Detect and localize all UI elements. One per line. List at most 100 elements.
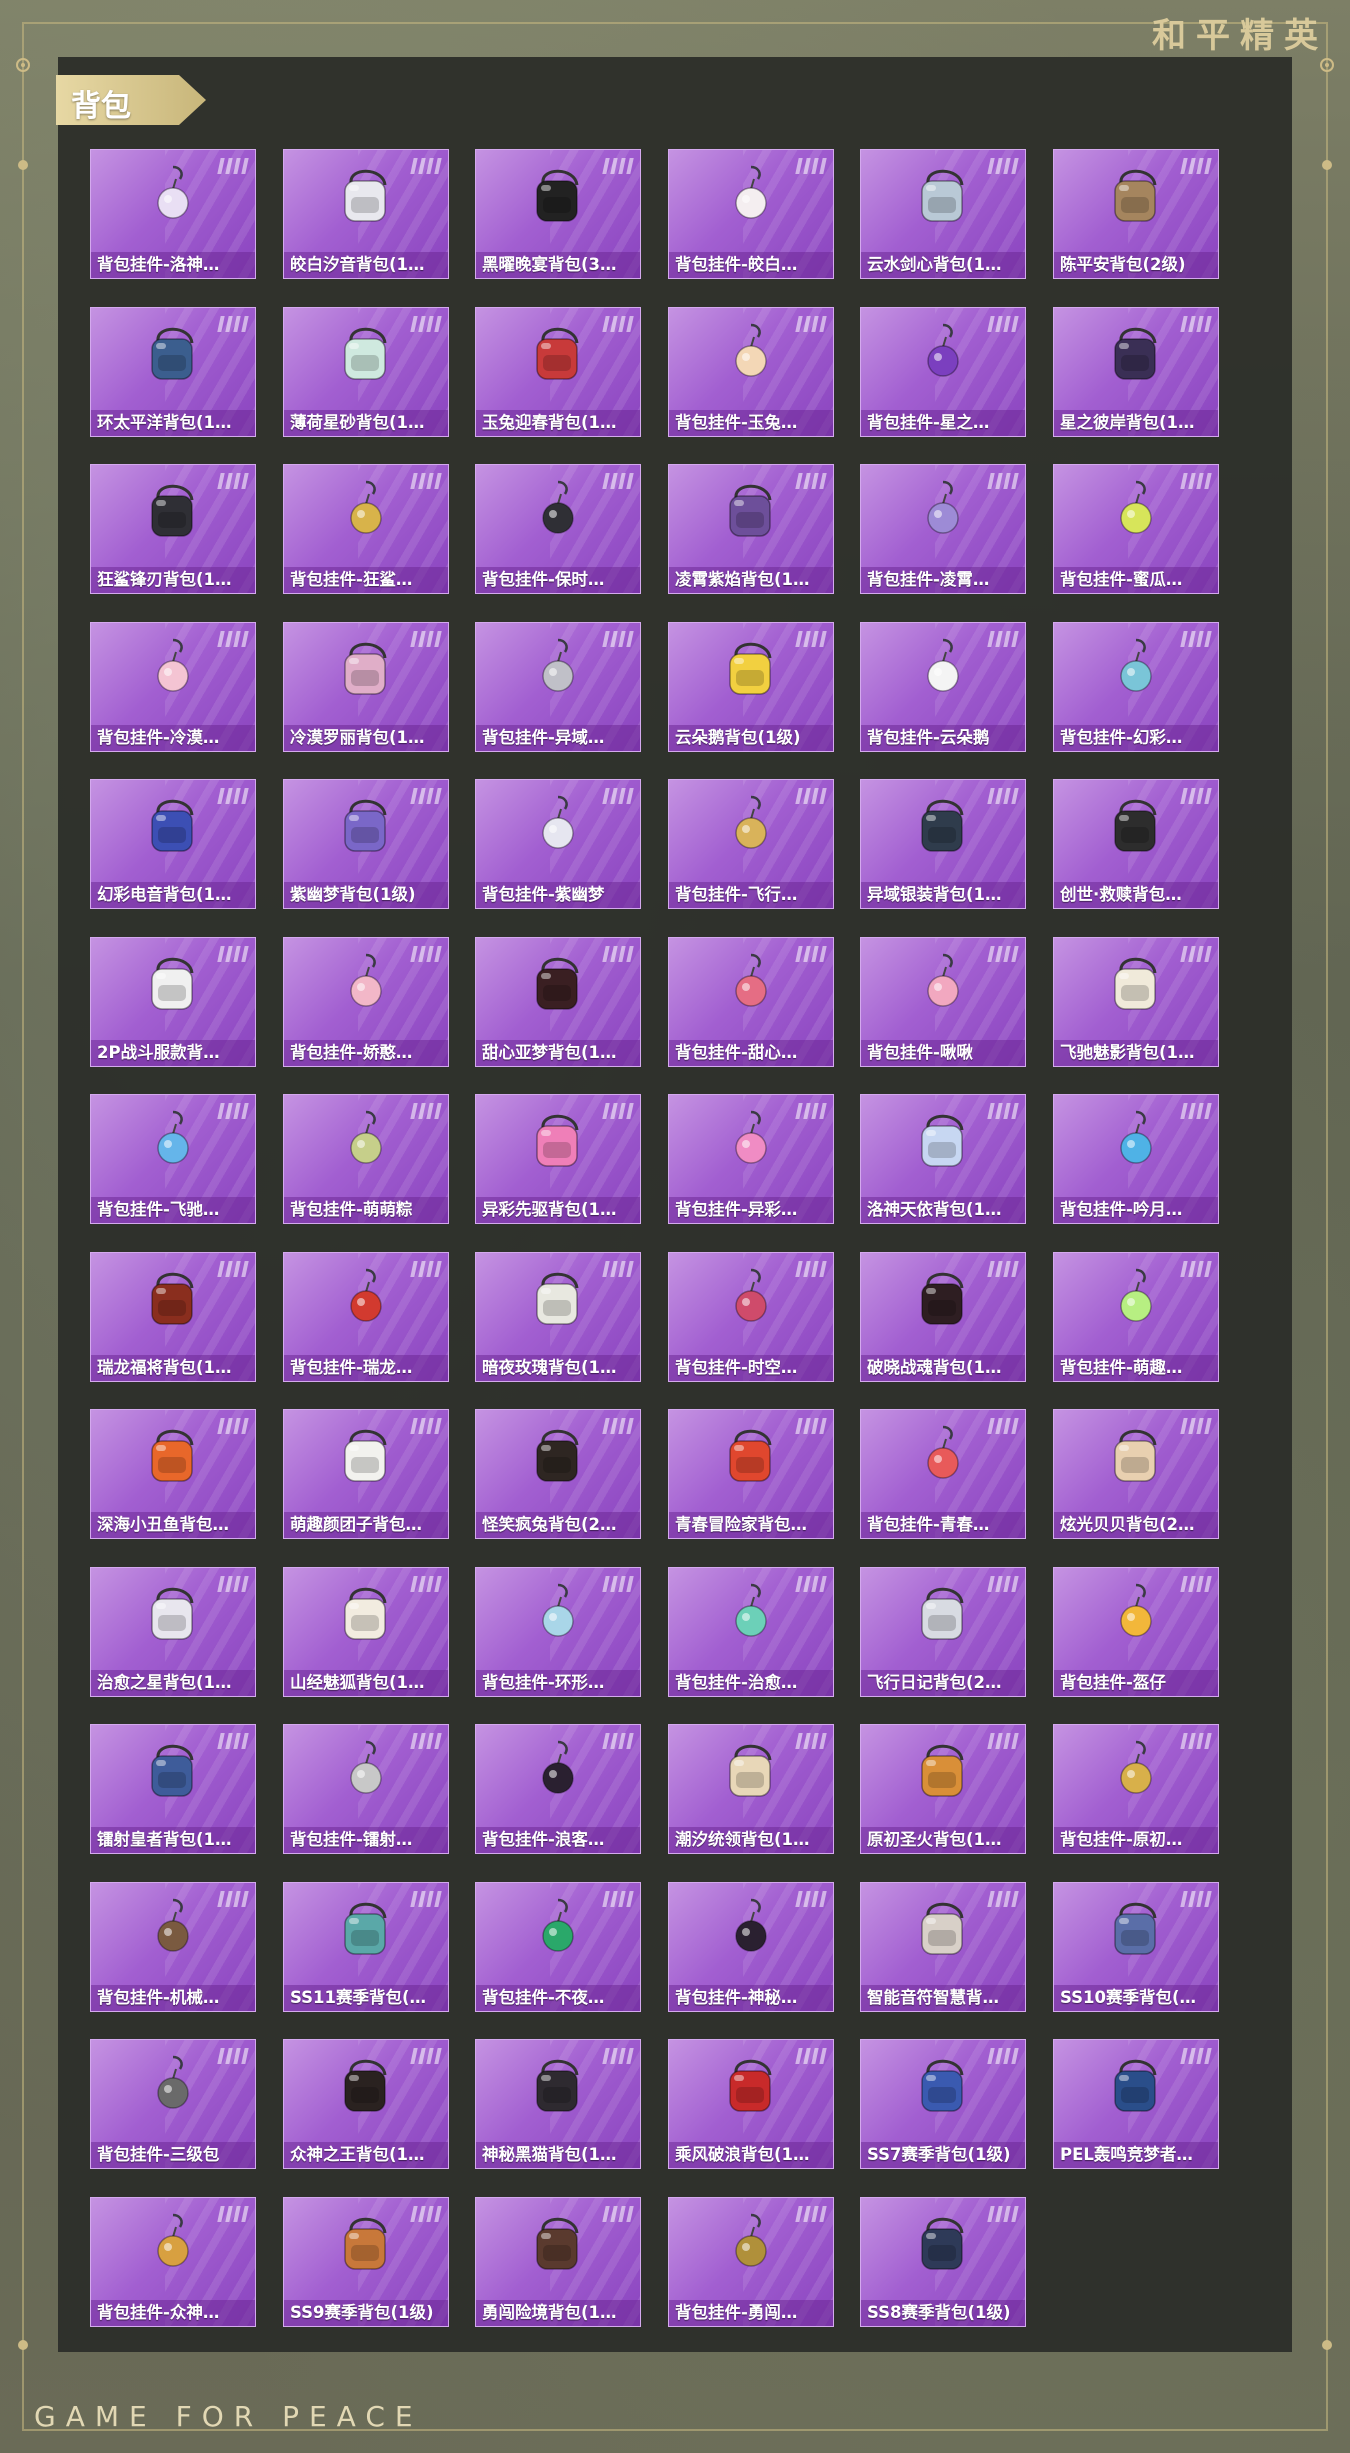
- backpack-item-card[interactable]: 破晓战魂背包(1…: [860, 1252, 1026, 1382]
- backpack-item-card[interactable]: 冷漠罗丽背包(1…: [283, 622, 449, 752]
- charm-ring-icon: [542, 1583, 574, 1637]
- backpack-item-card[interactable]: 背包挂件-吟月…: [1053, 1094, 1219, 1224]
- backpack-item-card[interactable]: 玉兔迎春背包(1…: [475, 307, 641, 437]
- backpack-bow-icon: [344, 642, 387, 695]
- backpack-item-card[interactable]: 背包挂件-飞驰…: [90, 1094, 256, 1224]
- backpack-item-card[interactable]: 镭射皇者背包(1…: [90, 1724, 256, 1854]
- backpack-item-card[interactable]: 炫光贝贝背包(2…: [1053, 1409, 1219, 1539]
- backpack-item-card[interactable]: SS10赛季背包(…: [1053, 1882, 1219, 2012]
- backpack-item-card[interactable]: 背包挂件-萌趣…: [1053, 1252, 1219, 1382]
- backpack-item-card[interactable]: 背包挂件-啾啾: [860, 937, 1026, 1067]
- backpack-item-card[interactable]: 皎白汐音背包(1…: [283, 149, 449, 279]
- backpack-item-card[interactable]: 背包挂件-青春…: [860, 1409, 1026, 1539]
- backpack-item-card[interactable]: 背包挂件-原初…: [1053, 1724, 1219, 1854]
- backpack-item-card[interactable]: 狂鲨锋刃背包(1…: [90, 464, 256, 594]
- backpack-item-card[interactable]: 背包挂件-甜心…: [668, 937, 834, 1067]
- backpack-item-card[interactable]: 背包挂件-玉兔…: [668, 307, 834, 437]
- backpack-item-card[interactable]: 紫幽梦背包(1级): [283, 779, 449, 909]
- backpack-item-card[interactable]: 背包挂件-三级包: [90, 2039, 256, 2169]
- backpack-item-card[interactable]: 瑞龙福将背包(1…: [90, 1252, 256, 1382]
- backpack-item-card[interactable]: 背包挂件-飞行…: [668, 779, 834, 909]
- backpack-item-card[interactable]: 飞驰魅影背包(1…: [1053, 937, 1219, 1067]
- backpack-item-card[interactable]: 智能音符智慧背…: [860, 1882, 1026, 2012]
- backpack-item-card[interactable]: 背包挂件-狂鲨…: [283, 464, 449, 594]
- backpack-item-card[interactable]: 背包挂件-异彩…: [668, 1094, 834, 1224]
- backpack-item-card[interactable]: SS8赛季背包(1级): [860, 2197, 1026, 2327]
- backpack-item-card[interactable]: 背包挂件-冷漠…: [90, 622, 256, 752]
- backpack-item-card[interactable]: 背包挂件-皎白…: [668, 149, 834, 279]
- backpack-item-card[interactable]: 创世·救赎背包…: [1053, 779, 1219, 909]
- rarity-stripes: [795, 1891, 827, 1907]
- backpack-item-card[interactable]: 背包挂件-神秘…: [668, 1882, 834, 2012]
- backpack-item-card[interactable]: 背包挂件-治愈…: [668, 1567, 834, 1697]
- backpack-item-card[interactable]: 飞行日记背包(2…: [860, 1567, 1026, 1697]
- backpack-item-card[interactable]: 甜心亚梦背包(1…: [475, 937, 641, 1067]
- backpack-item-card[interactable]: 星之彼岸背包(1…: [1053, 307, 1219, 437]
- backpack-item-card[interactable]: 背包挂件-保时…: [475, 464, 641, 594]
- backpack-item-card[interactable]: 暗夜玫瑰背包(1…: [475, 1252, 641, 1382]
- backpack-item-card[interactable]: 背包挂件-洛神…: [90, 149, 256, 279]
- rarity-stripes: [410, 631, 442, 647]
- frame-dot-icon: [18, 160, 28, 170]
- backpack-item-card[interactable]: 背包挂件-凌霄…: [860, 464, 1026, 594]
- backpack-item-card[interactable]: 陈平安背包(2级): [1053, 149, 1219, 279]
- charm-cat-icon: [735, 1898, 767, 1952]
- rarity-stripes: [602, 631, 634, 647]
- backpack-item-card[interactable]: 背包挂件-机械…: [90, 1882, 256, 2012]
- backpack-item-card[interactable]: 云朵鹅背包(1级): [668, 622, 834, 752]
- backpack-item-card[interactable]: 凌霄紫焰背包(1…: [668, 464, 834, 594]
- backpack-item-card[interactable]: 背包挂件-盔仔: [1053, 1567, 1219, 1697]
- backpack-item-card[interactable]: 背包挂件-异域…: [475, 622, 641, 752]
- backpack-item-card[interactable]: 背包挂件-环形…: [475, 1567, 641, 1697]
- backpack-item-card[interactable]: 众神之王背包(1…: [283, 2039, 449, 2169]
- backpack-item-card[interactable]: 背包挂件-萌萌粽: [283, 1094, 449, 1224]
- backpack-item-card[interactable]: 勇闯险境背包(1…: [475, 2197, 641, 2327]
- backpack-item-card[interactable]: 洛神天依背包(1…: [860, 1094, 1026, 1224]
- backpack-item-card[interactable]: SS7赛季背包(1级): [860, 2039, 1026, 2169]
- backpack-item-card[interactable]: 背包挂件-瑞龙…: [283, 1252, 449, 1382]
- backpack-item-card[interactable]: 治愈之星背包(1…: [90, 1567, 256, 1697]
- backpack-item-card[interactable]: 怪笑疯兔背包(2…: [475, 1409, 641, 1539]
- backpack-item-card[interactable]: 异彩先驱背包(1…: [475, 1094, 641, 1224]
- backpack-item-card[interactable]: 背包挂件-众神…: [90, 2197, 256, 2327]
- charm-popsicle-icon: [1120, 480, 1152, 534]
- backpack-item-card[interactable]: 异域银装背包(1…: [860, 779, 1026, 909]
- backpack-item-card[interactable]: 山经魅狐背包(1…: [283, 1567, 449, 1697]
- backpack-item-card[interactable]: 萌趣颜团子背包…: [283, 1409, 449, 1539]
- backpack-item-card[interactable]: 乘风破浪背包(1…: [668, 2039, 834, 2169]
- backpack-item-card[interactable]: 原初圣火背包(1…: [860, 1724, 1026, 1854]
- backpack-item-card[interactable]: 深海小丑鱼背包…: [90, 1409, 256, 1539]
- backpack-item-card[interactable]: 背包挂件-星之…: [860, 307, 1026, 437]
- backpack-item-card[interactable]: 神秘黑猫背包(1…: [475, 2039, 641, 2169]
- backpack-item-card[interactable]: 薄荷星砂背包(1…: [283, 307, 449, 437]
- backpack-item-card[interactable]: 背包挂件-幻彩…: [1053, 622, 1219, 752]
- charm-plane-icon: [735, 795, 767, 849]
- backpack-item-card[interactable]: 青春冒险家背包…: [668, 1409, 834, 1539]
- backpack-item-card[interactable]: PEL轰鸣竞梦者…: [1053, 2039, 1219, 2169]
- backpack-item-card[interactable]: 背包挂件-云朵鹅: [860, 622, 1026, 752]
- item-name-label: 背包挂件-啾啾: [861, 1040, 1025, 1066]
- charm-paw-icon: [735, 953, 767, 1007]
- backpack-item-card[interactable]: 背包挂件-镭射…: [283, 1724, 449, 1854]
- backpack-item-card[interactable]: 背包挂件-不夜…: [475, 1882, 641, 2012]
- backpack-item-card[interactable]: SS11赛季背包(…: [283, 1882, 449, 2012]
- rarity-stripes: [217, 473, 249, 489]
- backpack-item-card[interactable]: SS9赛季背包(1级): [283, 2197, 449, 2327]
- backpack-item-card[interactable]: 背包挂件-浪客…: [475, 1724, 641, 1854]
- item-name-label: 背包挂件-萌趣…: [1054, 1355, 1218, 1381]
- backpack-item-card[interactable]: 云水剑心背包(1…: [860, 149, 1026, 279]
- backpack-item-card[interactable]: 背包挂件-蜜瓜…: [1053, 464, 1219, 594]
- backpack-item-card[interactable]: 黑曜晚宴背包(3…: [475, 149, 641, 279]
- item-name-label: SS9赛季背包(1级): [284, 2300, 448, 2326]
- backpack-item-card[interactable]: 幻彩电音背包(1…: [90, 779, 256, 909]
- backpack-item-card[interactable]: 背包挂件-时空…: [668, 1252, 834, 1382]
- backpack-item-card[interactable]: 潮汐统领背包(1…: [668, 1724, 834, 1854]
- backpack-item-card[interactable]: 背包挂件-紫幽梦: [475, 779, 641, 909]
- backpack-ss7-icon: [921, 2059, 964, 2112]
- backpack-item-card[interactable]: 环太平洋背包(1…: [90, 307, 256, 437]
- backpack-item-card[interactable]: 背包挂件-娇憨…: [283, 937, 449, 1067]
- rarity-stripes: [602, 788, 634, 804]
- rarity-stripes: [1180, 1576, 1212, 1592]
- backpack-item-card[interactable]: 2P战斗服款背…: [90, 937, 256, 1067]
- backpack-item-card[interactable]: 背包挂件-勇闯…: [668, 2197, 834, 2327]
